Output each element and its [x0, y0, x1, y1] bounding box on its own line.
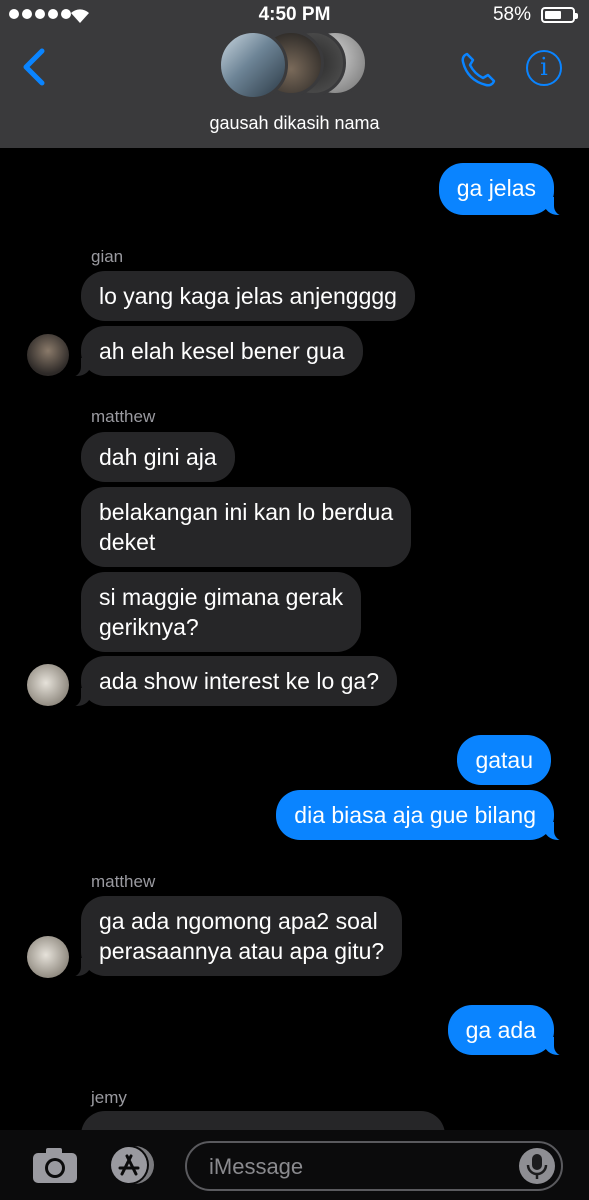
avatar-matthew[interactable]	[27, 936, 69, 978]
battery-percentage: 58%	[492, 4, 531, 25]
phone-icon[interactable]	[458, 50, 498, 90]
message-bubble-incoming[interactable]: ga ada ngomong apa2 soal perasaannya ata…	[68, 896, 403, 977]
message-bubble-outgoing[interactable]: dia biasa aja gue bilang	[276, 790, 566, 841]
avatar-gian[interactable]	[27, 334, 69, 376]
message-bubble-incoming[interactable]: si maggie gimana gerak geriknya?	[81, 572, 362, 652]
message-text-line: belakangan ini kan lo berdua	[99, 499, 394, 525]
message-bubble-incoming[interactable]: ah elah kesel bener gua	[69, 326, 363, 377]
avatar-matthew[interactable]	[27, 664, 69, 706]
message-text-line: si maggie gimana gerak	[99, 584, 344, 610]
app-store-icon[interactable]	[106, 1144, 156, 1186]
message-text: ada show interest ke lo ga?	[99, 668, 380, 694]
message-input[interactable]	[207, 1143, 511, 1191]
microphone-icon[interactable]	[519, 1148, 555, 1184]
status-bar: 4:50 PM 58%	[0, 0, 589, 30]
message-bubble-outgoing[interactable]: ga jelas	[438, 163, 567, 216]
conversation-header: 4:50 PM 58% gausah dikasih nama i	[0, 0, 589, 148]
message-bubble-incoming[interactable]: dah gini aja	[81, 432, 235, 482]
message-text: lo yang kaga jelas anjengggg	[99, 283, 397, 309]
message-text: ga jelas	[456, 175, 536, 201]
imessage-field[interactable]	[185, 1141, 563, 1191]
message-text: dah gini aja	[99, 444, 217, 470]
sender-name: jemy	[91, 1088, 127, 1107]
group-avatar-1	[218, 30, 288, 100]
message-text: ga ada	[465, 1017, 536, 1043]
message-text-line: deket	[99, 529, 156, 555]
sender-name: gian	[91, 247, 124, 266]
group-name[interactable]: gausah dikasih nama	[0, 113, 589, 134]
back-chevron-icon[interactable]	[20, 48, 48, 86]
camera-icon[interactable]	[32, 1145, 78, 1185]
sender-name: matthew	[91, 407, 156, 426]
group-avatars[interactable]	[218, 30, 368, 100]
message-bubble-outgoing[interactable]: ga ada	[447, 1005, 567, 1056]
message-bubble-outgoing[interactable]: gatau	[457, 735, 551, 785]
message-text-line: geriknya?	[99, 614, 199, 640]
message-bubble-incoming[interactable]: ada show interest ke lo ga?	[68, 656, 398, 707]
sender-name: matthew	[91, 872, 156, 891]
message-text-line: perasaannya atau apa gitu?	[99, 938, 385, 964]
battery-icon	[541, 7, 578, 23]
message-text: dia biasa aja gue bilang	[294, 802, 536, 828]
message-bubble-incoming[interactable]: lo yang kaga jelas anjengggg	[81, 271, 415, 321]
info-icon[interactable]: i	[526, 50, 562, 86]
message-text: gatau	[475, 747, 533, 773]
message-text-line: ga ada ngomong apa2 soal	[99, 908, 378, 934]
message-input-bar	[0, 1130, 589, 1200]
message-text: ah elah kesel bener gua	[99, 338, 345, 364]
message-bubble-incoming[interactable]: belakangan ini kan lo berdua deket	[81, 487, 412, 567]
